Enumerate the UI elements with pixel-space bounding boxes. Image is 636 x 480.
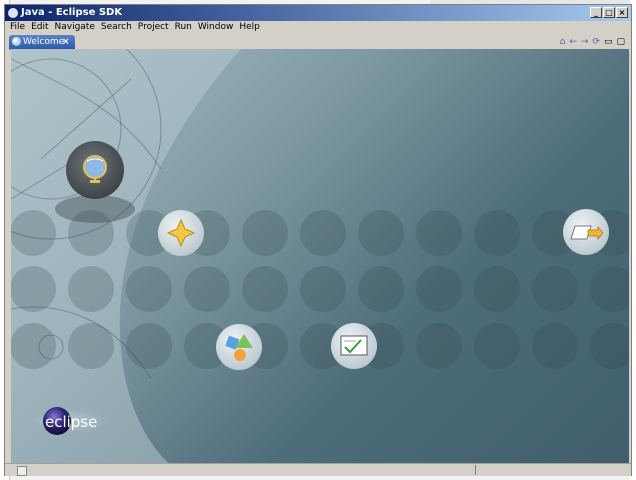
menu-run[interactable]: Run — [172, 21, 195, 34]
app-icon — [8, 8, 18, 18]
decorative-dot — [474, 323, 520, 369]
decorative-dot — [590, 266, 629, 312]
status-bar — [5, 463, 631, 476]
decorative-dot — [300, 266, 346, 312]
eclipse-logo-text: eclipse — [45, 413, 97, 431]
tab-welcome[interactable]: Welcome × — [9, 35, 75, 49]
menu-project[interactable]: Project — [135, 21, 172, 34]
tab-close-button[interactable]: × — [62, 35, 70, 49]
title-bar[interactable]: Java - Eclipse SDK _ □ × — [5, 5, 631, 21]
decorative-dot — [11, 266, 56, 312]
arrow-folder-icon — [570, 225, 604, 241]
decorative-dot — [590, 323, 629, 369]
decorative-dot — [184, 266, 230, 312]
sync-icon[interactable]: ⟳ — [592, 36, 600, 48]
home-icon[interactable]: ⌂ — [560, 36, 566, 48]
forward-icon[interactable]: → — [581, 36, 589, 48]
decorative-dot — [358, 210, 404, 256]
decorative-dot — [416, 210, 462, 256]
status-divider — [475, 465, 476, 475]
decorative-dot — [11, 323, 56, 369]
menu-navigate[interactable]: Navigate — [52, 21, 98, 34]
close-button[interactable]: × — [616, 7, 628, 18]
menu-edit[interactable]: Edit — [28, 21, 51, 34]
decorative-dot — [416, 323, 462, 369]
back-icon[interactable]: ← — [569, 36, 577, 48]
maximize-button[interactable]: □ — [603, 7, 615, 18]
decorative-dot — [126, 323, 172, 369]
menu-window[interactable]: Window — [195, 21, 237, 34]
decorative-dot — [474, 266, 520, 312]
decorative-dot — [416, 266, 462, 312]
decorative-dot — [126, 266, 172, 312]
maximize-view-icon[interactable]: ▢ — [616, 36, 625, 48]
decorative-dot — [532, 266, 578, 312]
editor-tab-row: Welcome × ⌂ ← → ⟳ ▭ ▢ — [9, 35, 627, 50]
decorative-dot — [68, 266, 114, 312]
checklist-icon — [340, 335, 368, 356]
minimize-view-icon[interactable]: ▭ — [604, 36, 613, 48]
welcome-page: eclipse — [11, 49, 629, 465]
minimize-button[interactable]: _ — [590, 7, 602, 18]
eclipse-window: Java - Eclipse SDK _ □ × File Edit Navig… — [4, 4, 632, 476]
menu-bar: File Edit Navigate Search Project Run Wi… — [5, 21, 631, 34]
decorative-dot — [242, 210, 288, 256]
menu-search[interactable]: Search — [98, 21, 135, 34]
fast-view-icon[interactable] — [17, 466, 27, 476]
welcome-toolbar: ⌂ ← → ⟳ ▭ ▢ — [560, 36, 625, 48]
decorative-dot — [474, 210, 520, 256]
tab-welcome-label: Welcome — [23, 37, 65, 47]
decorative-dot — [68, 323, 114, 369]
decorative-dot — [300, 210, 346, 256]
welcome-icon — [12, 37, 21, 46]
decorative-dot — [358, 266, 404, 312]
welcome-background: eclipse — [11, 49, 629, 465]
decorative-dot — [242, 266, 288, 312]
window-title: Java - Eclipse SDK — [21, 7, 123, 18]
menu-help[interactable]: Help — [236, 21, 263, 34]
menu-file[interactable]: File — [5, 21, 28, 34]
decorative-dot — [532, 323, 578, 369]
decorative-dot — [11, 210, 56, 256]
